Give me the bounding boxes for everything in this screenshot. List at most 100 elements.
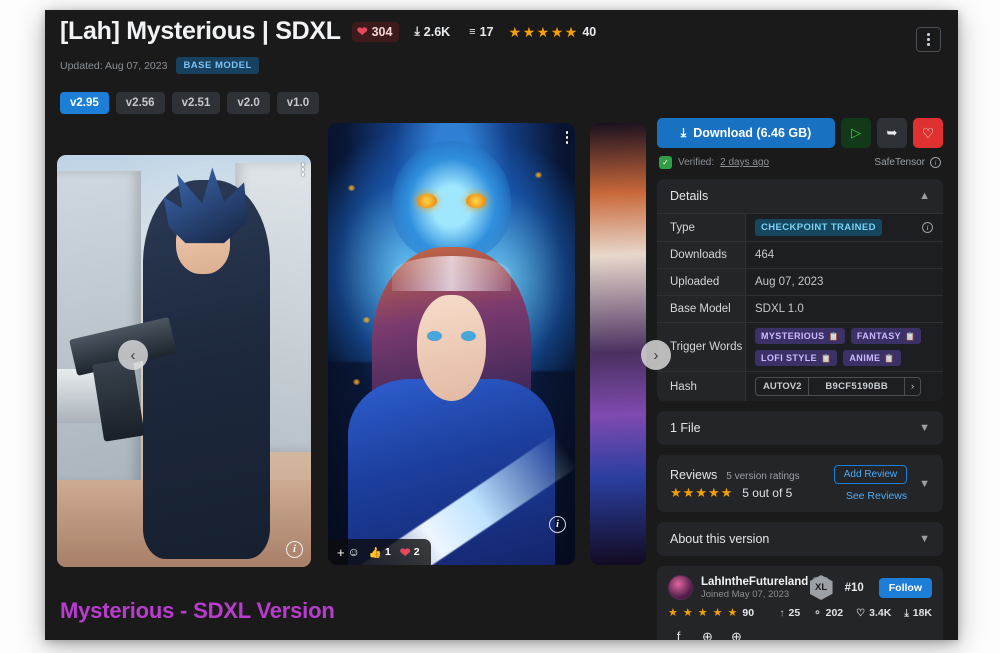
about-panel-header[interactable]: About this version ▼ (657, 522, 943, 556)
verified-time-link[interactable]: 2 days ago (720, 157, 769, 168)
see-reviews-link[interactable]: See Reviews (846, 490, 907, 502)
reviews-subtitle: 5 version ratings (726, 470, 800, 482)
reviews-panel-body: Reviews 5 version ratings ★ ★ ★ ★ ★ 5 ou… (657, 455, 943, 512)
hash-string[interactable]: B9CF5190BB (809, 378, 906, 395)
play-icon: ▷ (851, 125, 861, 140)
share-button[interactable]: ➥ (877, 118, 907, 148)
image-info-icon[interactable]: i (549, 516, 566, 533)
version-tab-v10[interactable]: v1.0 (276, 92, 320, 114)
details-title: Details (670, 189, 709, 203)
verified-label: Verified: (678, 157, 715, 168)
safetensor-label: SafeTensor (874, 157, 925, 168)
details-sidebar: ⤓ Download (6.46 GB) ▷ ➥ ♡ ✓ Verified: 2… (657, 118, 943, 640)
star-icon: ★ (522, 23, 536, 40)
heart-icon: ❤ (399, 544, 411, 560)
thumbs-up-icon: 👍 (368, 546, 382, 559)
globe-icon[interactable]: ⊕ (700, 629, 715, 641)
creator-followers-metric: ⚬ 202 (813, 607, 843, 619)
heart-reaction[interactable]: ❤ 2 (400, 546, 420, 559)
creator-downloads-metric: ⤓ 18K (904, 607, 932, 619)
plus-icon: + (337, 544, 345, 560)
details-table: Type CHECKPOINT TRAINED i Downloads 464 … (657, 213, 943, 401)
star-icon: ★ (682, 606, 693, 619)
trigger-word-chip[interactable]: MYSTERIOUS 📋 (755, 328, 845, 344)
comments-stat[interactable]: ≡ 17 (465, 22, 497, 42)
favorite-button[interactable]: ♡ (913, 118, 943, 148)
model-page-panel: [Lah] Mysterious | SDXL ❤ 304 ⤓ 2.6K ≡ 1… (45, 10, 958, 640)
thumbsup-reaction[interactable]: 👍 1 (369, 546, 391, 559)
image-menu-icon[interactable] (565, 131, 568, 144)
version-tab-v256[interactable]: v2.56 (115, 92, 165, 114)
star-icon: ★ (727, 606, 738, 619)
detail-key: Base Model (670, 303, 731, 315)
screenshot-root: [Lah] Mysterious | SDXL ❤ 304 ⤓ 2.6K ≡ 1… (0, 0, 1000, 653)
info-icon[interactable]: i (930, 157, 941, 168)
reviews-heading: Reviews 5 version ratings (670, 468, 834, 482)
carousel-image-previous[interactable]: i (57, 155, 311, 567)
detail-key: Uploaded (670, 276, 720, 288)
website-icon[interactable]: ⊕ (729, 629, 744, 641)
follow-button[interactable]: Follow (878, 577, 932, 598)
rating-count: 40 (582, 24, 597, 39)
creator-social-links: f ⊕ ⊕ (668, 629, 932, 641)
files-panel-header[interactable]: 1 File ▼ (657, 411, 943, 445)
copy-icon[interactable]: 📋 (905, 332, 915, 341)
carousel-image-next[interactable] (590, 123, 646, 565)
star-icon: ★ (712, 606, 723, 619)
download-icon: ⤓ (680, 125, 687, 140)
subtitle-row: Updated: Aug 07, 2023 BASE MODEL (60, 57, 259, 74)
heart-count: 2 (413, 546, 420, 558)
trigger-word-chip[interactable]: FANTASY 📋 (850, 328, 922, 344)
about-title: About this version (670, 532, 770, 546)
creator-name[interactable]: LahIntheFutureland (701, 576, 808, 588)
trigger-word-chip[interactable]: LOFI STYLE 📋 (755, 350, 838, 366)
carousel-next-button[interactable]: › (641, 340, 671, 370)
likes-stat[interactable]: ❤ 304 (351, 21, 400, 42)
version-tab-v251[interactable]: v2.51 (171, 92, 221, 114)
add-reaction-button[interactable]: + ☺ (337, 545, 360, 560)
copy-icon[interactable]: 📋 (829, 332, 839, 341)
version-tab-v295[interactable]: v2.95 (60, 92, 109, 114)
table-row: Type CHECKPOINT TRAINED i (657, 213, 943, 241)
download-button[interactable]: ⤓ Download (6.46 GB) (657, 118, 835, 148)
chevron-down-icon[interactable]: ▼ (919, 478, 930, 490)
kebab-menu-icon[interactable] (916, 27, 941, 52)
rating-stat[interactable]: ★ ★ ★ ★ ★ 40 (509, 25, 597, 39)
details-panel: Details ▲ Type CHECKPOINT TRAINED i Down… (657, 179, 943, 401)
chevron-up-icon: ▲ (919, 190, 930, 202)
reviews-rating-row: ★ ★ ★ ★ ★ 5 out of 5 (670, 486, 834, 500)
image-info-icon[interactable]: i (286, 541, 303, 558)
carousel-prev-button[interactable]: ‹ (118, 340, 148, 370)
rating-stars: ★ ★ ★ ★ ★ (509, 25, 578, 39)
facebook-icon[interactable]: f (671, 629, 686, 640)
details-panel-header[interactable]: Details ▲ (657, 179, 943, 213)
trigger-word-label: ANIME (849, 353, 881, 363)
smiley-face-icon: ☺ (347, 545, 360, 559)
detail-key: Type (670, 221, 695, 234)
star-icon: ★ (697, 606, 708, 619)
share-icon: ➥ (886, 125, 898, 140)
run-model-button[interactable]: ▷ (841, 118, 871, 148)
copy-icon[interactable]: 📋 (821, 354, 831, 363)
avatar[interactable] (668, 575, 693, 600)
detail-key: Downloads (670, 249, 727, 261)
hash-expand-icon[interactable]: › (905, 378, 920, 395)
trigger-word-chip[interactable]: ANIME 📋 (843, 350, 901, 366)
trigger-words-list: MYSTERIOUS 📋 FANTASY 📋 LOFI STYLE 📋 ANIM… (745, 323, 943, 371)
hash-value-cell: AUTOV2 B9CF5190BB › (745, 372, 943, 401)
carousel-image-current[interactable]: + ☺ 👍 1 ❤ 2 i (328, 123, 575, 565)
version-tab-v20[interactable]: v2.0 (227, 92, 270, 114)
add-review-button[interactable]: Add Review (833, 465, 908, 484)
image-menu-icon[interactable] (301, 163, 304, 176)
detail-key: Trigger Words (670, 341, 743, 353)
reviews-title: Reviews (670, 467, 718, 482)
star-icon: ★ (720, 485, 733, 500)
trigger-word-label: LOFI STYLE (761, 353, 818, 363)
comment-add-icon: ≡ (469, 25, 476, 38)
thumbsup-count: 1 (384, 546, 391, 558)
info-icon[interactable]: i (922, 222, 933, 233)
creator-rank: #10 (844, 581, 864, 594)
copy-icon[interactable]: 📋 (884, 354, 894, 363)
likes-count: 304 (371, 24, 393, 39)
page-header: [Lah] Mysterious | SDXL ❤ 304 ⤓ 2.6K ≡ 1… (45, 10, 958, 82)
